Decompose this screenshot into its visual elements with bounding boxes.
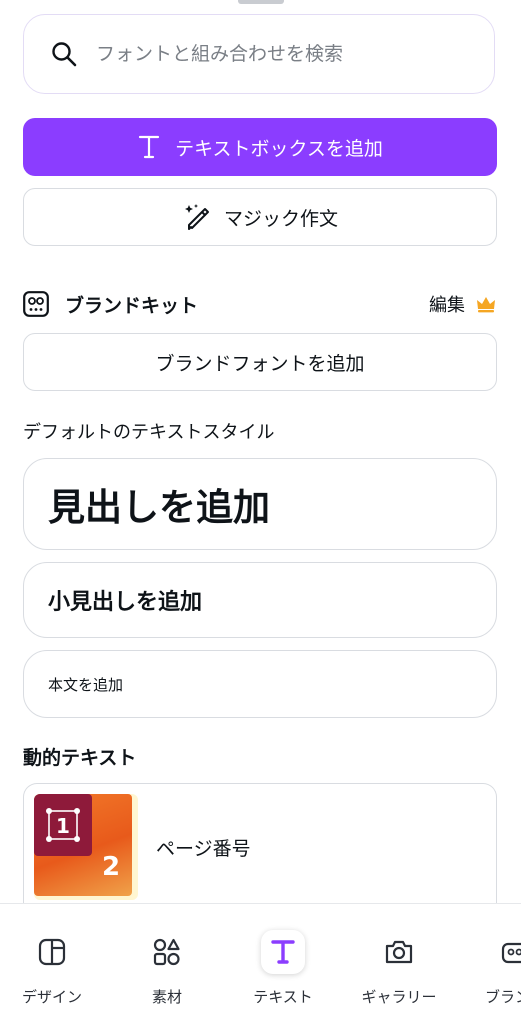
dynamic-text-heading: 動的テキスト <box>23 743 136 770</box>
brand-kit-logo-icon <box>23 291 49 317</box>
font-search-box[interactable] <box>23 14 495 94</box>
page-number-card[interactable]: 1 2 ページ番号 <box>23 783 497 923</box>
add-brand-font-button[interactable]: ブランドフォントを追加 <box>23 333 497 391</box>
text-icon <box>261 930 305 974</box>
elements-icon <box>145 930 189 974</box>
tab-elements[interactable]: 素材 <box>122 904 212 1025</box>
brand-icon <box>493 930 521 974</box>
search-input[interactable] <box>94 42 494 66</box>
add-heading-label: 見出しを追加 <box>48 477 270 531</box>
add-subheading-label: 小見出しを追加 <box>48 584 202 616</box>
sheet-drag-handle[interactable] <box>238 0 284 4</box>
add-body-text-button[interactable]: 本文を追加 <box>23 650 497 718</box>
add-textbox-button[interactable]: テキストボックスを追加 <box>23 118 497 176</box>
add-brand-font-label: ブランドフォントを追加 <box>155 349 364 376</box>
magic-write-label: マジック作文 <box>224 204 338 231</box>
tab-design-label: デザイン <box>22 986 82 1007</box>
add-body-text-label: 本文を追加 <box>48 674 123 695</box>
tab-design[interactable]: デザイン <box>7 904 97 1025</box>
crown-icon <box>475 293 497 315</box>
thumbnail-number-1: 1 <box>56 814 70 838</box>
tab-brand[interactable]: ブランド <box>470 904 521 1025</box>
layout-icon <box>30 930 74 974</box>
bottom-tab-bar: デザイン 素材 テキスト ギャラリー ブランド <box>0 903 521 1025</box>
tab-text[interactable]: テキスト <box>238 904 328 1025</box>
tab-gallery[interactable]: ギャラリー <box>354 904 444 1025</box>
text-t-icon <box>137 134 161 160</box>
tab-text-label: テキスト <box>253 986 313 1007</box>
thumbnail-number-2: 2 <box>102 852 120 882</box>
add-subheading-button[interactable]: 小見出しを追加 <box>23 562 497 638</box>
default-text-styles-heading: デフォルトのテキストスタイル <box>23 418 274 444</box>
brand-kit-title: ブランドキット <box>65 291 429 318</box>
magic-write-button[interactable]: マジック作文 <box>23 188 497 246</box>
brand-kit-header: ブランドキット 編集 <box>23 288 497 320</box>
page-number-label: ページ番号 <box>156 834 251 861</box>
add-textbox-label: テキストボックスを追加 <box>175 134 383 161</box>
add-heading-button[interactable]: 見出しを追加 <box>23 458 497 550</box>
tab-elements-label: 素材 <box>152 986 182 1007</box>
page-number-thumbnail: 1 2 <box>34 794 138 900</box>
magic-pen-icon <box>182 202 212 232</box>
search-icon <box>50 40 78 68</box>
camera-icon <box>377 930 421 974</box>
brand-kit-edit-link[interactable]: 編集 <box>429 291 465 317</box>
selection-box-icon: 1 <box>46 808 80 842</box>
tab-brand-label: ブランド <box>485 986 521 1007</box>
tab-gallery-label: ギャラリー <box>361 986 436 1007</box>
